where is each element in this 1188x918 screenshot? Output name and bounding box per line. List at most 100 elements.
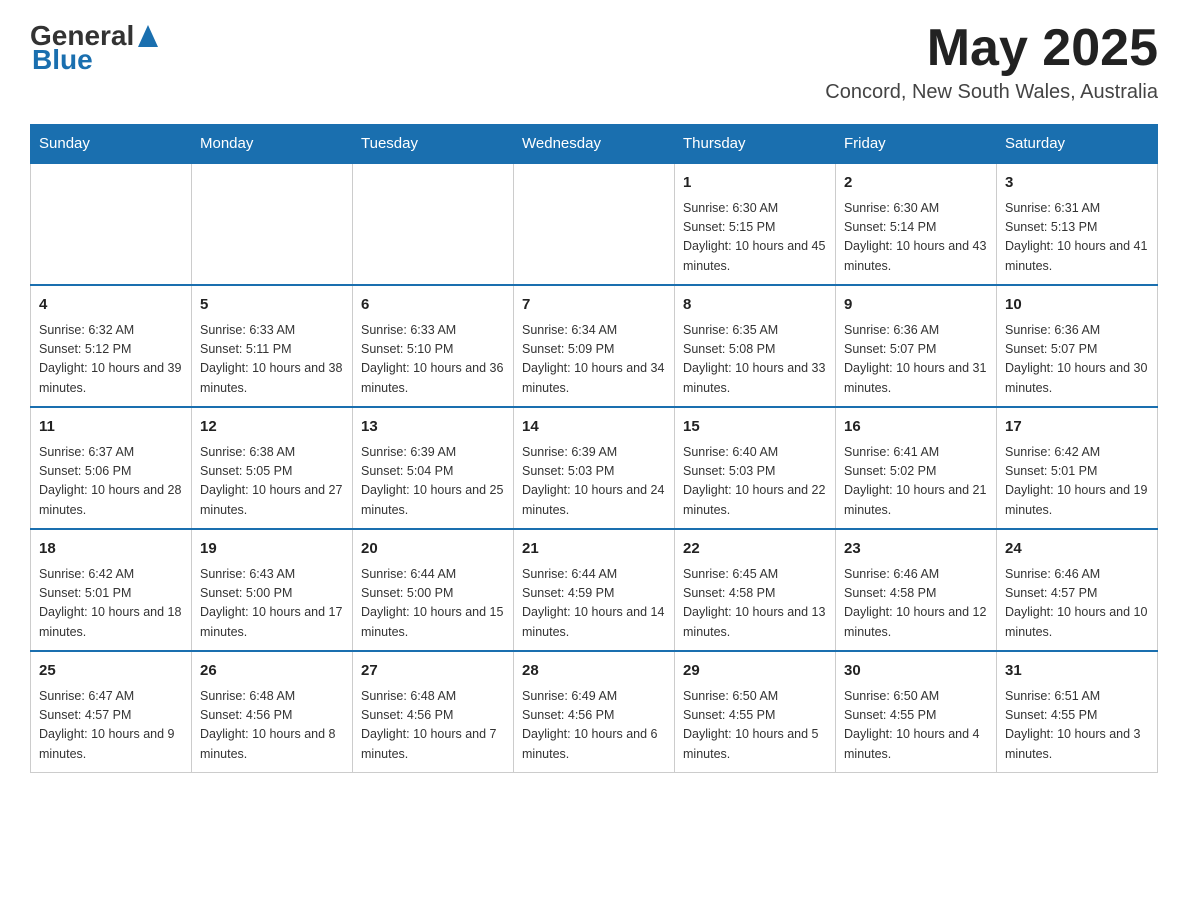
day-number: 4	[39, 294, 183, 317]
week-row-4: 18 Sunrise: 6:42 AMSunset: 5:01 PMDayligh…	[31, 529, 1158, 651]
logo-triangle-icon	[138, 25, 158, 47]
calendar-cell: 1 Sunrise: 6:30 AMSunset: 5:15 PMDaylight…	[675, 163, 836, 285]
calendar-header-row: SundayMondayTuesdayWednesdayThursdayFrid…	[31, 125, 1158, 164]
day-info: Sunrise: 6:41 AMSunset: 5:02 PMDaylight:…	[844, 443, 988, 521]
calendar-cell: 27 Sunrise: 6:48 AMSunset: 4:56 PMDayligh…	[353, 651, 514, 773]
day-number: 1	[683, 172, 827, 195]
day-info: Sunrise: 6:43 AMSunset: 5:00 PMDaylight:…	[200, 565, 344, 643]
day-info: Sunrise: 6:44 AMSunset: 4:59 PMDaylight:…	[522, 565, 666, 643]
column-header-tuesday: Tuesday	[353, 125, 514, 164]
day-number: 7	[522, 294, 666, 317]
day-number: 21	[522, 538, 666, 561]
title-block: May 2025 Concord, New South Wales, Austr…	[825, 20, 1158, 104]
calendar-cell: 25 Sunrise: 6:47 AMSunset: 4:57 PMDayligh…	[31, 651, 192, 773]
day-info: Sunrise: 6:47 AMSunset: 4:57 PMDaylight:…	[39, 687, 183, 765]
day-number: 14	[522, 416, 666, 439]
day-number: 27	[361, 660, 505, 683]
day-info: Sunrise: 6:44 AMSunset: 5:00 PMDaylight:…	[361, 565, 505, 643]
calendar-cell: 4 Sunrise: 6:32 AMSunset: 5:12 PMDaylight…	[31, 285, 192, 407]
day-info: Sunrise: 6:36 AMSunset: 5:07 PMDaylight:…	[1005, 321, 1149, 399]
calendar-table: SundayMondayTuesdayWednesdayThursdayFrid…	[30, 124, 1158, 773]
calendar-cell: 19 Sunrise: 6:43 AMSunset: 5:00 PMDayligh…	[192, 529, 353, 651]
day-number: 9	[844, 294, 988, 317]
logo: General Blue	[30, 20, 158, 76]
day-number: 10	[1005, 294, 1149, 317]
calendar-cell	[353, 163, 514, 285]
day-info: Sunrise: 6:30 AMSunset: 5:15 PMDaylight:…	[683, 199, 827, 277]
day-number: 11	[39, 416, 183, 439]
calendar-cell: 18 Sunrise: 6:42 AMSunset: 5:01 PMDayligh…	[31, 529, 192, 651]
day-info: Sunrise: 6:30 AMSunset: 5:14 PMDaylight:…	[844, 199, 988, 277]
calendar-cell: 11 Sunrise: 6:37 AMSunset: 5:06 PMDayligh…	[31, 407, 192, 529]
day-info: Sunrise: 6:37 AMSunset: 5:06 PMDaylight:…	[39, 443, 183, 521]
day-info: Sunrise: 6:38 AMSunset: 5:05 PMDaylight:…	[200, 443, 344, 521]
column-header-thursday: Thursday	[675, 125, 836, 164]
day-number: 25	[39, 660, 183, 683]
calendar-cell: 31 Sunrise: 6:51 AMSunset: 4:55 PMDayligh…	[997, 651, 1158, 773]
day-number: 20	[361, 538, 505, 561]
day-info: Sunrise: 6:48 AMSunset: 4:56 PMDaylight:…	[361, 687, 505, 765]
calendar-cell: 8 Sunrise: 6:35 AMSunset: 5:08 PMDaylight…	[675, 285, 836, 407]
day-number: 29	[683, 660, 827, 683]
week-row-2: 4 Sunrise: 6:32 AMSunset: 5:12 PMDaylight…	[31, 285, 1158, 407]
day-info: Sunrise: 6:46 AMSunset: 4:58 PMDaylight:…	[844, 565, 988, 643]
day-info: Sunrise: 6:40 AMSunset: 5:03 PMDaylight:…	[683, 443, 827, 521]
day-number: 8	[683, 294, 827, 317]
day-number: 18	[39, 538, 183, 561]
calendar-cell	[192, 163, 353, 285]
week-row-1: 1 Sunrise: 6:30 AMSunset: 5:15 PMDaylight…	[31, 163, 1158, 285]
week-row-5: 25 Sunrise: 6:47 AMSunset: 4:57 PMDayligh…	[31, 651, 1158, 773]
day-number: 23	[844, 538, 988, 561]
calendar-cell	[31, 163, 192, 285]
calendar-cell: 15 Sunrise: 6:40 AMSunset: 5:03 PMDayligh…	[675, 407, 836, 529]
calendar-cell: 10 Sunrise: 6:36 AMSunset: 5:07 PMDayligh…	[997, 285, 1158, 407]
day-info: Sunrise: 6:36 AMSunset: 5:07 PMDaylight:…	[844, 321, 988, 399]
calendar-cell: 29Sunrise: 6:50 AMSunset: 4:55 PMDayligh…	[675, 651, 836, 773]
day-number: 28	[522, 660, 666, 683]
column-header-monday: Monday	[192, 125, 353, 164]
week-row-3: 11 Sunrise: 6:37 AMSunset: 5:06 PMDayligh…	[31, 407, 1158, 529]
calendar-cell: 3 Sunrise: 6:31 AMSunset: 5:13 PMDaylight…	[997, 163, 1158, 285]
day-info: Sunrise: 6:35 AMSunset: 5:08 PMDaylight:…	[683, 321, 827, 399]
page-header: General Blue May 2025 Concord, New South…	[30, 20, 1158, 104]
calendar-cell: 21 Sunrise: 6:44 AMSunset: 4:59 PMDayligh…	[514, 529, 675, 651]
day-number: 24	[1005, 538, 1149, 561]
day-number: 17	[1005, 416, 1149, 439]
calendar-cell: 17 Sunrise: 6:42 AMSunset: 5:01 PMDayligh…	[997, 407, 1158, 529]
day-info: Sunrise: 6:42 AMSunset: 5:01 PMDaylight:…	[1005, 443, 1149, 521]
day-number: 19	[200, 538, 344, 561]
calendar-cell: 28 Sunrise: 6:49 AMSunset: 4:56 PMDayligh…	[514, 651, 675, 773]
day-number: 15	[683, 416, 827, 439]
day-number: 2	[844, 172, 988, 195]
calendar-cell: 22 Sunrise: 6:45 AMSunset: 4:58 PMDayligh…	[675, 529, 836, 651]
day-number: 30	[844, 660, 988, 683]
day-number: 5	[200, 294, 344, 317]
day-info: Sunrise: 6:46 AMSunset: 4:57 PMDaylight:…	[1005, 565, 1149, 643]
calendar-cell: 5Sunrise: 6:33 AMSunset: 5:11 PMDaylight…	[192, 285, 353, 407]
column-header-sunday: Sunday	[31, 125, 192, 164]
day-number: 3	[1005, 172, 1149, 195]
day-info: Sunrise: 6:33 AMSunset: 5:10 PMDaylight:…	[361, 321, 505, 399]
day-number: 13	[361, 416, 505, 439]
day-number: 6	[361, 294, 505, 317]
calendar-cell: 24 Sunrise: 6:46 AMSunset: 4:57 PMDayligh…	[997, 529, 1158, 651]
day-info: Sunrise: 6:51 AMSunset: 4:55 PMDaylight:…	[1005, 687, 1149, 765]
calendar-cell: 14Sunrise: 6:39 AMSunset: 5:03 PMDayligh…	[514, 407, 675, 529]
calendar-cell: 23 Sunrise: 6:46 AMSunset: 4:58 PMDayligh…	[836, 529, 997, 651]
day-info: Sunrise: 6:42 AMSunset: 5:01 PMDaylight:…	[39, 565, 183, 643]
calendar-cell: 7Sunrise: 6:34 AMSunset: 5:09 PMDaylight…	[514, 285, 675, 407]
day-number: 26	[200, 660, 344, 683]
day-info: Sunrise: 6:32 AMSunset: 5:12 PMDaylight:…	[39, 321, 183, 399]
calendar-cell: 16 Sunrise: 6:41 AMSunset: 5:02 PMDayligh…	[836, 407, 997, 529]
day-number: 22	[683, 538, 827, 561]
day-info: Sunrise: 6:49 AMSunset: 4:56 PMDaylight:…	[522, 687, 666, 765]
day-info: Sunrise: 6:39 AMSunset: 5:04 PMDaylight:…	[361, 443, 505, 521]
location-subtitle: Concord, New South Wales, Australia	[825, 81, 1158, 104]
day-info: Sunrise: 6:31 AMSunset: 5:13 PMDaylight:…	[1005, 199, 1149, 277]
day-number: 31	[1005, 660, 1149, 683]
column-header-friday: Friday	[836, 125, 997, 164]
calendar-cell: 6 Sunrise: 6:33 AMSunset: 5:10 PMDaylight…	[353, 285, 514, 407]
day-info: Sunrise: 6:45 AMSunset: 4:58 PMDaylight:…	[683, 565, 827, 643]
calendar-cell: 30Sunrise: 6:50 AMSunset: 4:55 PMDayligh…	[836, 651, 997, 773]
day-number: 16	[844, 416, 988, 439]
